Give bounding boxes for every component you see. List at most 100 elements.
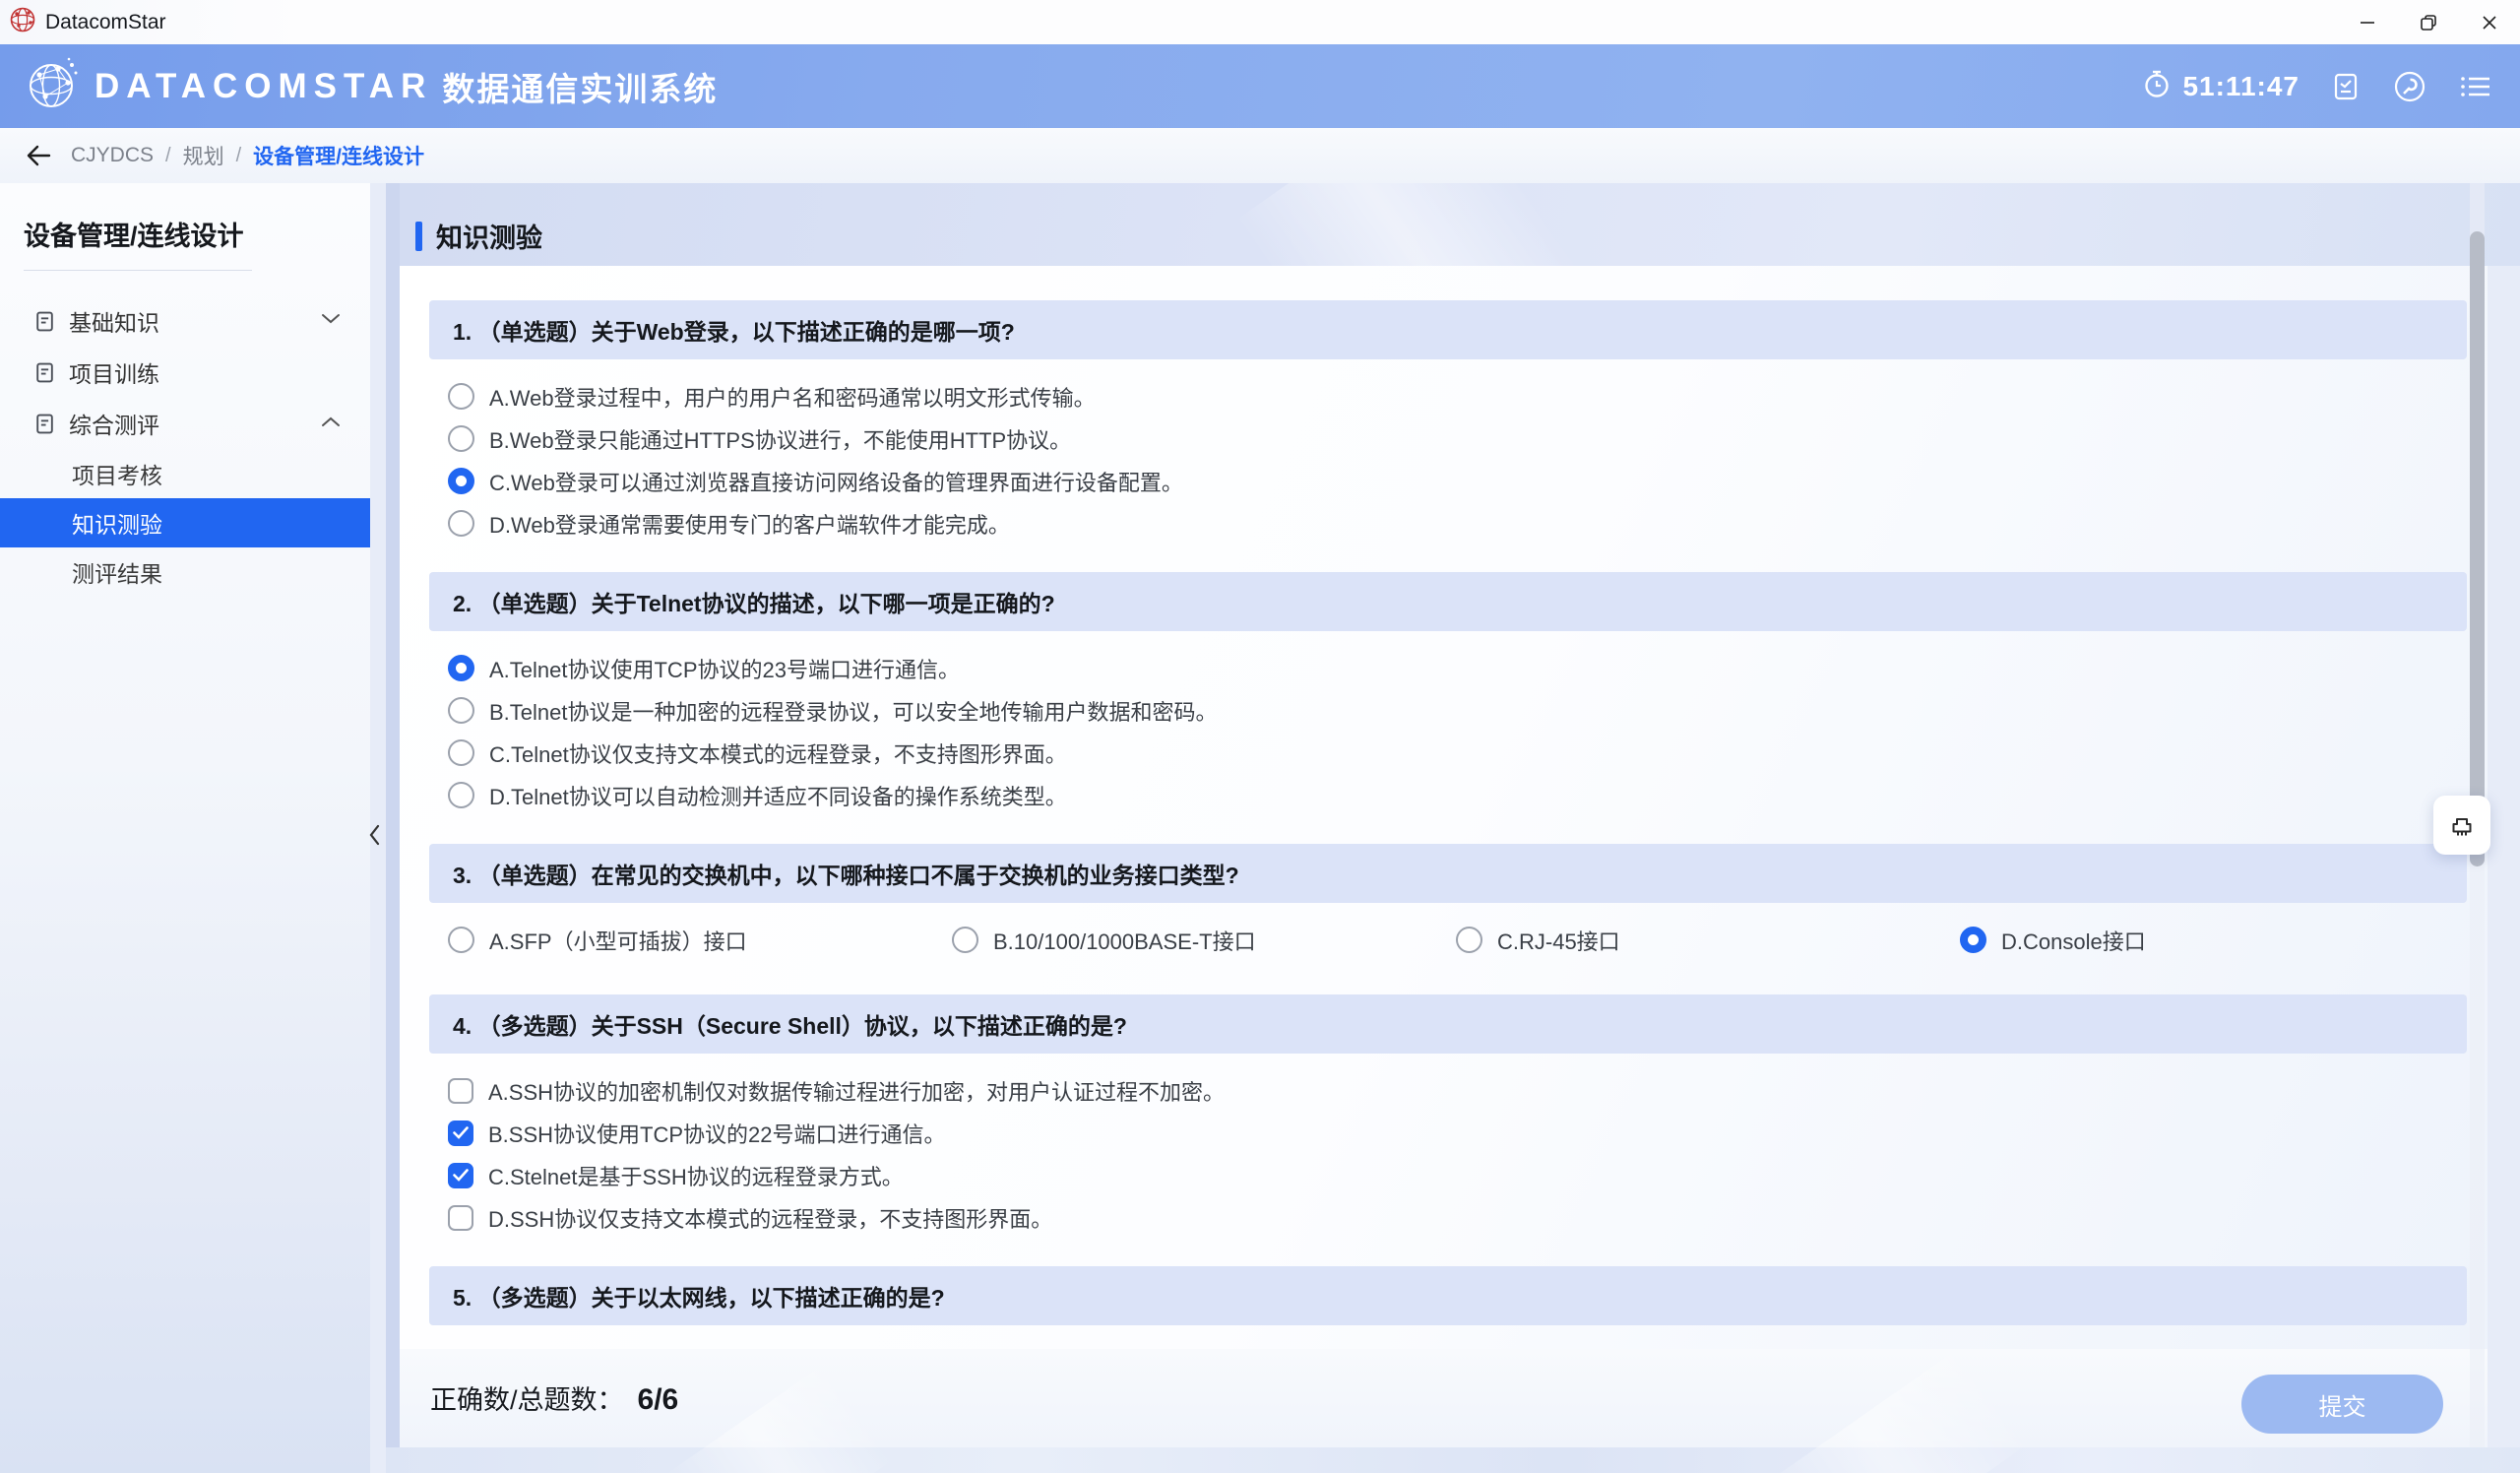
option-row[interactable]: B.Telnet协议是一种加密的远程登录协议，可以安全地传输用户数据和密码。 bbox=[448, 689, 2467, 732]
window-titlebar: DatacomStar bbox=[0, 0, 2520, 44]
option-row[interactable]: B.10/100/1000BASE-T接口 bbox=[952, 919, 1456, 961]
checkbox-checked-icon[interactable] bbox=[448, 1163, 473, 1188]
breadcrumb: CJYDCS / 规划 / 设备管理/连线设计 bbox=[0, 128, 2520, 183]
option-row[interactable]: A.SFP（小型可插拔）接口 bbox=[448, 919, 952, 961]
quiz-footer: 正确数/总题数： 6/6 提交 bbox=[400, 1349, 2488, 1447]
option-label: A.Telnet协议使用TCP协议的23号端口进行通信。 bbox=[489, 653, 960, 684]
breadcrumb-item-planning[interactable]: 规划 bbox=[183, 141, 224, 170]
option-row[interactable]: A.Web登录过程中，用户的用户名和密码通常以明文形式传输。 bbox=[448, 375, 2467, 417]
timer-value: 51:11:47 bbox=[2182, 71, 2300, 102]
question-card: 2. （单选题）关于Telnet协议的描述，以下哪一项是正确的?A.Telnet… bbox=[429, 572, 2467, 844]
question-options: A.SFP（小型可插拔）接口 B.10/100/1000BASE-T接口 C.RJ-… bbox=[429, 903, 2467, 994]
breadcrumb-separator: / bbox=[236, 145, 242, 167]
score-value: 6/6 bbox=[638, 1383, 679, 1417]
maximize-button[interactable] bbox=[2398, 0, 2459, 44]
radio-unchecked-icon[interactable] bbox=[448, 697, 474, 724]
sidebar-collapse-handle[interactable] bbox=[360, 807, 388, 863]
option-row[interactable]: D.Web登录通常需要使用专门的客户端软件才能完成。 bbox=[448, 502, 2467, 544]
breadcrumb-item-cjydcs[interactable]: CJYDCS bbox=[71, 144, 154, 167]
brand-product-name: 数据通信实训系统 bbox=[442, 63, 718, 110]
sidebar-item-label: 项目训练 bbox=[69, 355, 159, 389]
close-button[interactable] bbox=[2459, 0, 2520, 44]
score-label: 正确数/总题数： bbox=[430, 1378, 624, 1417]
sidebar-subitem[interactable]: 项目考核 bbox=[0, 449, 370, 498]
timer: 51:11:47 bbox=[2141, 68, 2300, 104]
option-label: D.Console接口 bbox=[2001, 925, 2146, 956]
minimize-button[interactable] bbox=[2337, 0, 2398, 44]
radio-unchecked-icon[interactable] bbox=[448, 383, 474, 410]
option-label: B.10/100/1000BASE-T接口 bbox=[993, 925, 1256, 956]
option-row[interactable]: D.SSH协议仅支持文本模式的远程登录，不支持图形界面。 bbox=[448, 1196, 2467, 1239]
radio-checked-icon[interactable] bbox=[448, 655, 474, 681]
scrollbar-thumb[interactable] bbox=[2470, 231, 2485, 866]
submit-button[interactable]: 提交 bbox=[2241, 1375, 2443, 1434]
heading-accent-bar bbox=[415, 222, 422, 251]
window-title: DatacomStar bbox=[45, 11, 166, 34]
radio-unchecked-icon[interactable] bbox=[448, 782, 474, 808]
app-header: DATACOMSTAR 数据通信实训系统 51:11:47 bbox=[0, 44, 2520, 128]
back-button[interactable] bbox=[26, 144, 51, 167]
bottom-decor-strip bbox=[386, 1447, 2520, 1473]
question-card: 3. （单选题）在常见的交换机中，以下哪种接口不属于交换机的业务接口类型?A.S… bbox=[429, 844, 2467, 994]
question-header: 4. （多选题）关于SSH（Secure Shell）协议，以下描述正确的是? bbox=[429, 994, 2467, 1054]
chevron-up-icon bbox=[321, 416, 341, 427]
checkbox-checked-icon[interactable] bbox=[448, 1121, 473, 1146]
sidebar-item[interactable]: 项目训练 bbox=[0, 347, 370, 398]
sidebar-divider bbox=[24, 270, 252, 271]
sidebar-title: 设备管理/连线设计 bbox=[24, 215, 244, 253]
brand-wordmark: DATACOMSTAR bbox=[94, 67, 432, 106]
radio-unchecked-icon[interactable] bbox=[1456, 927, 1482, 953]
radio-checked-icon[interactable] bbox=[1960, 927, 1986, 953]
option-label: A.SSH协议的加密机制仅对数据传输过程进行加密，对用户认证过程不加密。 bbox=[488, 1075, 1225, 1107]
question-options bbox=[429, 1325, 2467, 1349]
check-icon bbox=[453, 1169, 469, 1182]
menu-list-icon-button[interactable] bbox=[2457, 71, 2494, 102]
option-row[interactable]: B.Web登录只能通过HTTPS协议进行，不能使用HTTP协议。 bbox=[448, 417, 2467, 460]
option-label: D.SSH协议仅支持文本模式的远程登录，不支持图形界面。 bbox=[488, 1202, 1052, 1234]
page-heading: 知识测验 bbox=[415, 217, 542, 255]
question-header: 5. （多选题）关于以太网线，以下描述正确的是? bbox=[429, 1266, 2467, 1325]
checkbox-unchecked-icon[interactable] bbox=[448, 1078, 473, 1104]
brand-globe-icon bbox=[26, 55, 81, 117]
option-label: C.Web登录可以通过浏览器直接访问网络设备的管理界面进行设备配置。 bbox=[489, 466, 1183, 497]
document-icon bbox=[33, 361, 56, 384]
radio-unchecked-icon[interactable] bbox=[448, 739, 474, 766]
radio-unchecked-icon[interactable] bbox=[448, 927, 474, 953]
option-label: B.Telnet协议是一种加密的远程登录协议，可以安全地传输用户数据和密码。 bbox=[489, 695, 1218, 727]
radio-checked-icon[interactable] bbox=[448, 468, 474, 494]
option-row[interactable]: C.RJ-45接口 bbox=[1456, 919, 1960, 961]
option-row[interactable]: D.Console接口 bbox=[1960, 919, 2464, 961]
panel-gutter bbox=[386, 183, 400, 1473]
radio-unchecked-icon[interactable] bbox=[448, 510, 474, 537]
option-row[interactable]: C.Stelnet是基于SSH协议的远程登录方式。 bbox=[448, 1154, 2467, 1196]
breadcrumb-item-current: 设备管理/连线设计 bbox=[253, 141, 424, 170]
option-row[interactable]: C.Web登录可以通过浏览器直接访问网络设备的管理界面进行设备配置。 bbox=[448, 460, 2467, 502]
radio-unchecked-icon[interactable] bbox=[448, 425, 474, 452]
question-header: 1. （单选题）关于Web登录，以下描述正确的是哪一项? bbox=[429, 300, 2467, 359]
page-title: 知识测验 bbox=[436, 217, 542, 255]
content-header-zone: 知识测验 bbox=[400, 183, 2520, 266]
option-row[interactable]: A.SSH协议的加密机制仅对数据传输过程进行加密，对用户认证过程不加密。 bbox=[448, 1069, 2467, 1112]
floating-brush-button[interactable] bbox=[2433, 796, 2490, 855]
option-row[interactable]: D.Telnet协议可以自动检测并适应不同设备的操作系统类型。 bbox=[448, 774, 2467, 816]
sidebar-subitem-active[interactable]: 知识测验 bbox=[0, 498, 370, 547]
quiz-panel: 1. （单选题）关于Web登录，以下描述正确的是哪一项? A.Web登录过程中，用… bbox=[400, 266, 2488, 1349]
question-options: A.Telnet协议使用TCP协议的23号端口进行通信。 B.Telnet协议是一… bbox=[429, 631, 2467, 844]
option-row[interactable]: B.SSH协议使用TCP协议的22号端口进行通信。 bbox=[448, 1112, 2467, 1154]
option-label: B.Web登录只能通过HTTPS协议进行，不能使用HTTP协议。 bbox=[489, 423, 1071, 455]
sidebar-subitem[interactable]: 测评结果 bbox=[0, 547, 370, 597]
question-card: 5. （多选题）关于以太网线，以下描述正确的是? bbox=[429, 1266, 2467, 1349]
question-card: 4. （多选题）关于SSH（Secure Shell）协议，以下描述正确的是? A… bbox=[429, 994, 2467, 1266]
option-row[interactable]: C.Telnet协议仅支持文本模式的远程登录，不支持图形界面。 bbox=[448, 732, 2467, 774]
tools-icon-button[interactable] bbox=[2392, 69, 2427, 104]
option-label: C.Telnet协议仅支持文本模式的远程登录，不支持图形界面。 bbox=[489, 737, 1067, 769]
window-controls bbox=[2337, 0, 2520, 44]
sidebar-item[interactable]: 综合测评 bbox=[0, 398, 370, 449]
radio-unchecked-icon[interactable] bbox=[952, 927, 978, 953]
report-icon-button[interactable] bbox=[2329, 70, 2362, 103]
option-row[interactable]: A.Telnet协议使用TCP协议的23号端口进行通信。 bbox=[448, 647, 2467, 689]
chevron-down-icon bbox=[321, 313, 341, 325]
checkbox-unchecked-icon[interactable] bbox=[448, 1205, 473, 1231]
sidebar-item-label: 基础知识 bbox=[69, 304, 159, 338]
sidebar-item[interactable]: 基础知识 bbox=[0, 295, 370, 347]
